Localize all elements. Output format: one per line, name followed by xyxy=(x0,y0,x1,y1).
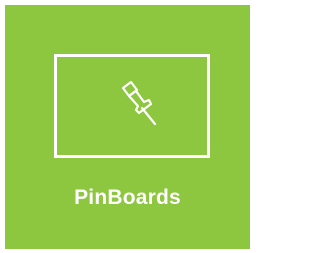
pushpin-icon xyxy=(109,79,161,131)
tile-label: PinBoards xyxy=(74,186,181,209)
pinboards-tile[interactable]: PinBoards xyxy=(5,5,250,249)
